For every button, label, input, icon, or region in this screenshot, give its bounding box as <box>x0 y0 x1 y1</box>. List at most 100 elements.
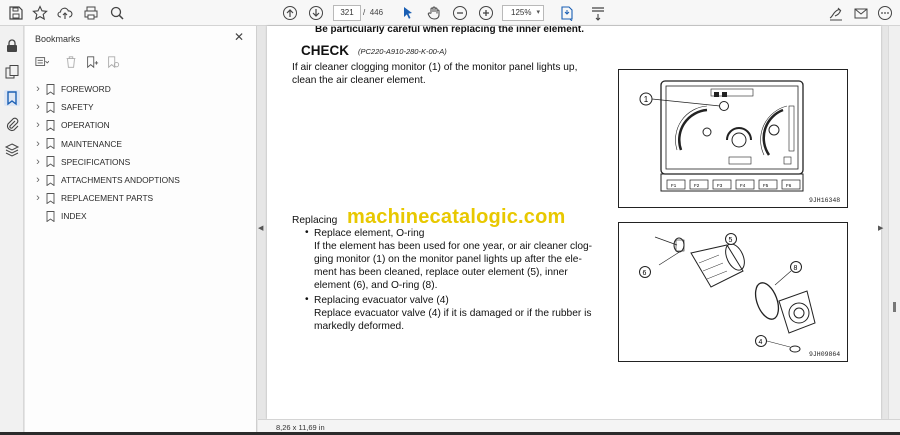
more-icon[interactable] <box>875 3 895 23</box>
bookmark-item[interactable]: INDEX <box>33 207 248 225</box>
scroll-mode-icon[interactable] <box>588 3 608 23</box>
bookmarks-panel-icon[interactable] <box>4 90 20 106</box>
chevron-right-icon[interactable]: › <box>33 83 43 95</box>
figure-2-code: 9JH09864 <box>809 351 841 358</box>
bookmark-flag-icon <box>46 138 55 150</box>
check-heading: CHECK <box>301 43 350 58</box>
print-icon[interactable] <box>81 3 101 23</box>
page-count: / 446 <box>363 8 384 17</box>
bookmarks-title: Bookmarks <box>35 34 81 44</box>
scrollbar-thumb[interactable] <box>893 302 896 312</box>
lock-icon[interactable] <box>4 38 20 54</box>
callout-6: 6 <box>643 270 647 277</box>
figure-air-cleaner-parts: 6 5 8 4 9JH09864 <box>618 222 848 362</box>
hand-icon[interactable] <box>424 3 444 23</box>
bookmark-label: OPERATION <box>61 120 110 131</box>
f4-button-label: F4 <box>740 183 746 188</box>
bookmark-flag-icon <box>46 120 55 131</box>
bookmark-flag-icon <box>46 192 55 204</box>
save-icon[interactable] <box>6 3 26 23</box>
arrow-up-circle-icon[interactable] <box>280 3 300 23</box>
zoom-in-icon[interactable] <box>476 3 496 23</box>
fit-page-icon[interactable] <box>557 3 577 23</box>
callout-1: 1 <box>644 95 649 104</box>
arrow-down-circle-icon[interactable] <box>306 3 326 23</box>
bullet-2-text: Replacing evacuator valve (4) Replace ev… <box>314 295 592 332</box>
collapse-panel-arrow[interactable]: ◀ <box>258 224 263 232</box>
chevron-right-icon[interactable]: › <box>33 119 43 131</box>
star-icon[interactable] <box>30 3 50 23</box>
email-icon[interactable] <box>851 3 871 23</box>
bookmark-label: ATTACHMENTS ANDOPTIONS <box>61 175 180 186</box>
vertical-scrollbar[interactable] <box>888 26 900 419</box>
zoom-out-icon[interactable] <box>450 3 470 23</box>
delete-bookmark-icon[interactable] <box>64 55 80 71</box>
replacing-heading: Replacing <box>292 215 338 226</box>
bookmark-flag-icon <box>46 83 55 95</box>
chevron-right-icon[interactable]: › <box>33 101 43 113</box>
sign-icon[interactable] <box>826 3 846 23</box>
bookmark-item[interactable]: › MAINTENANCE <box>33 135 248 153</box>
page-thumbnails-icon[interactable] <box>4 64 20 80</box>
air-cleaner-drawing: 6 5 8 4 <box>639 233 816 353</box>
bookmark-flag-icon <box>46 174 55 186</box>
expand-tools-arrow[interactable]: ▶ <box>878 224 883 232</box>
close-icon[interactable]: ✕ <box>233 31 245 43</box>
callout-8: 8 <box>794 265 798 272</box>
f1-button-label: F1 <box>671 183 677 188</box>
bookmark-label: MAINTENANCE <box>61 138 122 149</box>
current-page-input[interactable]: 321 <box>333 5 361 21</box>
bookmark-flag-icon <box>46 210 55 222</box>
bookmark-item[interactable]: › FOREWORD <box>33 80 248 98</box>
attachments-icon[interactable] <box>4 116 20 132</box>
f2-button-label: F2 <box>694 183 700 188</box>
bookmark-flag-icon <box>46 156 55 168</box>
figure-monitor-panel: F1 F2 F3 F4 F5 F6 1 9JH16348 <box>618 69 848 208</box>
pdf-page: Be particularly careful when replacing t… <box>267 26 881 419</box>
search-icon[interactable] <box>107 3 127 23</box>
chevron-right-icon[interactable]: › <box>33 156 43 168</box>
cursor-icon[interactable] <box>398 3 418 23</box>
bookmarks-toolbar <box>35 55 245 71</box>
bookmark-item[interactable]: › REPLACEMENT PARTS <box>33 189 248 207</box>
callout-4: 4 <box>759 339 763 346</box>
chevron-right-icon[interactable]: › <box>33 138 43 150</box>
bullet-2: • <box>305 294 309 305</box>
page-size-label: 8,26 x 11,69 in <box>276 423 325 432</box>
monitor-panel-drawing: F1 F2 F3 F4 F5 F6 1 <box>639 80 804 192</box>
zoom-level-select[interactable]: 125% ▾ <box>502 5 544 21</box>
f5-button-label: F5 <box>763 183 769 188</box>
bookmark-label: REPLACEMENT PARTS <box>61 193 154 204</box>
watermark-text: machinecatalogic.com <box>347 206 566 228</box>
f6-button-label: F6 <box>786 183 792 188</box>
new-bookmark-icon[interactable] <box>85 55 101 71</box>
bullet-1-text: Replace element, O-ring If the element h… <box>314 228 593 291</box>
bookmark-label: FOREWORD <box>61 84 111 95</box>
bookmark-label: SPECIFICATIONS <box>61 156 131 167</box>
chevron-right-icon[interactable]: › <box>33 192 43 204</box>
layers-icon[interactable] <box>4 142 20 158</box>
bookmark-list: › FOREWORD › SAFETY › OPERATION › MAINTENANCE › S… <box>33 80 248 226</box>
chevron-down-icon: ▾ <box>536 9 540 16</box>
bookmark-flag-icon <box>46 101 55 113</box>
check-code: (PC220-A910-280-K-00-A) <box>358 47 447 56</box>
bookmark-item[interactable]: › SAFETY <box>33 98 248 116</box>
cloud-upload-icon[interactable] <box>55 3 75 23</box>
bookmark-item[interactable]: › SPECIFICATIONS <box>33 153 248 171</box>
expand-bookmark-icon[interactable] <box>106 55 122 71</box>
options-menu-icon[interactable] <box>35 55 51 71</box>
bookmark-label: SAFETY <box>61 102 94 113</box>
chevron-right-icon[interactable]: › <box>33 174 43 186</box>
bookmark-item[interactable]: › OPERATION <box>33 116 248 134</box>
callout-5: 5 <box>729 237 733 244</box>
bookmark-item[interactable]: › ATTACHMENTS ANDOPTIONS <box>33 171 248 189</box>
document-viewport[interactable]: Be particularly careful when replacing t… <box>258 26 888 419</box>
figure-1-code: 9JH16348 <box>809 197 841 204</box>
bullet-1: • <box>305 227 309 238</box>
bookmarks-panel: Bookmarks ✕ › FOREWORD › SAFETY › OPERATION › M… <box>25 26 257 435</box>
main-toolbar: 321 / 446 125% ▾ <box>0 0 900 26</box>
bookmark-label: INDEX <box>61 211 87 222</box>
check-text: If air cleaner clogging monitor (1) of t… <box>292 62 578 86</box>
top-cut-text: Be particularly careful when replacing t… <box>315 26 584 35</box>
left-rail <box>0 26 24 435</box>
